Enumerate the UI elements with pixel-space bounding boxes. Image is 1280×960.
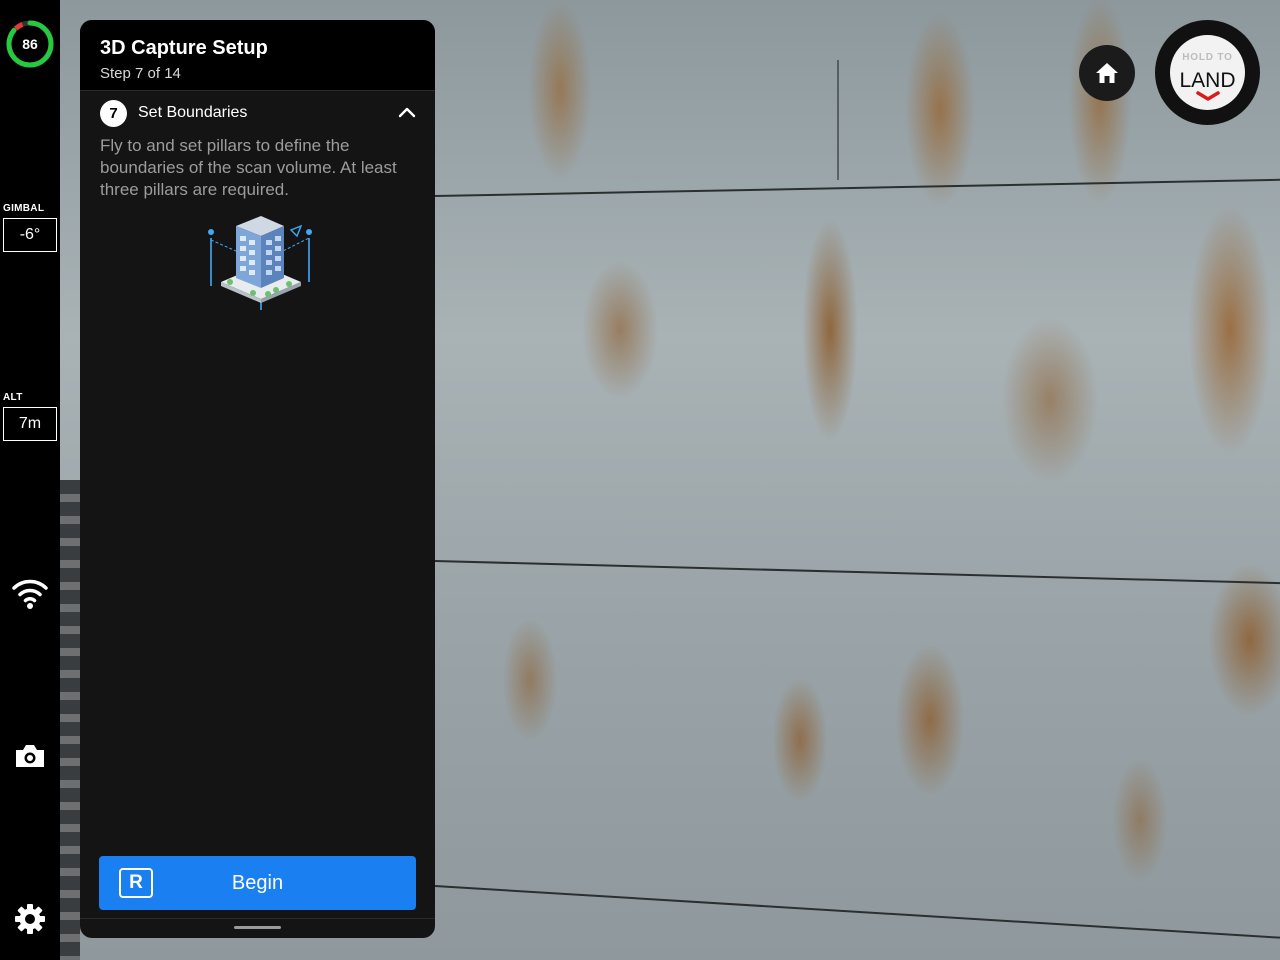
altitude-label: ALT bbox=[3, 392, 23, 403]
gimbal-value[interactable]: -6° bbox=[3, 218, 57, 252]
chevron-down-icon bbox=[1196, 91, 1220, 101]
battery-percentage: 86 bbox=[22, 36, 38, 52]
step-counter: Step 7 of 14 bbox=[100, 65, 181, 82]
step-section-header[interactable]: 7 Set Boundaries bbox=[80, 91, 435, 133]
tank-weld bbox=[837, 60, 839, 180]
gimbal-label: GIMBAL bbox=[3, 203, 45, 214]
tank-seam bbox=[434, 560, 1280, 586]
status-sidebar: 86 GIMBAL -6° ALT 7m bbox=[0, 0, 60, 960]
panel-footer-divider bbox=[80, 918, 435, 919]
return-home-button[interactable] bbox=[1079, 45, 1135, 101]
chevron-up-icon[interactable] bbox=[397, 104, 417, 120]
land-button-face: HOLD TO LAND bbox=[1170, 35, 1245, 110]
step-description: Fly to and set pillars to define the bou… bbox=[100, 136, 397, 199]
step-number-badge: 7 bbox=[100, 100, 127, 127]
panel-drag-handle[interactable] bbox=[234, 926, 281, 929]
panel-header: 3D Capture Setup Step 7 of 14 bbox=[80, 20, 435, 91]
home-icon bbox=[1096, 63, 1118, 83]
scaffold-structure bbox=[60, 480, 80, 960]
altitude-value[interactable]: 7m bbox=[3, 407, 57, 441]
step-title: Set Boundaries bbox=[138, 104, 248, 121]
capture-setup-panel: 3D Capture Setup Step 7 of 14 7 Set Boun… bbox=[80, 20, 435, 938]
hold-to-land-button[interactable]: HOLD TO LAND bbox=[1155, 20, 1260, 125]
land-hold-label: HOLD TO bbox=[1182, 52, 1233, 63]
begin-button-label: Begin bbox=[231, 871, 284, 894]
camera-icon[interactable] bbox=[11, 737, 49, 775]
gear-icon[interactable] bbox=[11, 900, 49, 938]
tank-seam bbox=[434, 885, 1280, 941]
building-boundaries-illustration bbox=[208, 216, 312, 310]
wifi-icon[interactable] bbox=[11, 574, 49, 612]
battery-indicator[interactable]: 86 bbox=[5, 19, 55, 69]
panel-title: 3D Capture Setup bbox=[100, 37, 268, 59]
remote-key-hint: R bbox=[119, 868, 153, 898]
land-action-label: LAND bbox=[1179, 69, 1236, 92]
tank-seam bbox=[434, 178, 1280, 197]
begin-button[interactable]: R Begin bbox=[99, 856, 416, 910]
